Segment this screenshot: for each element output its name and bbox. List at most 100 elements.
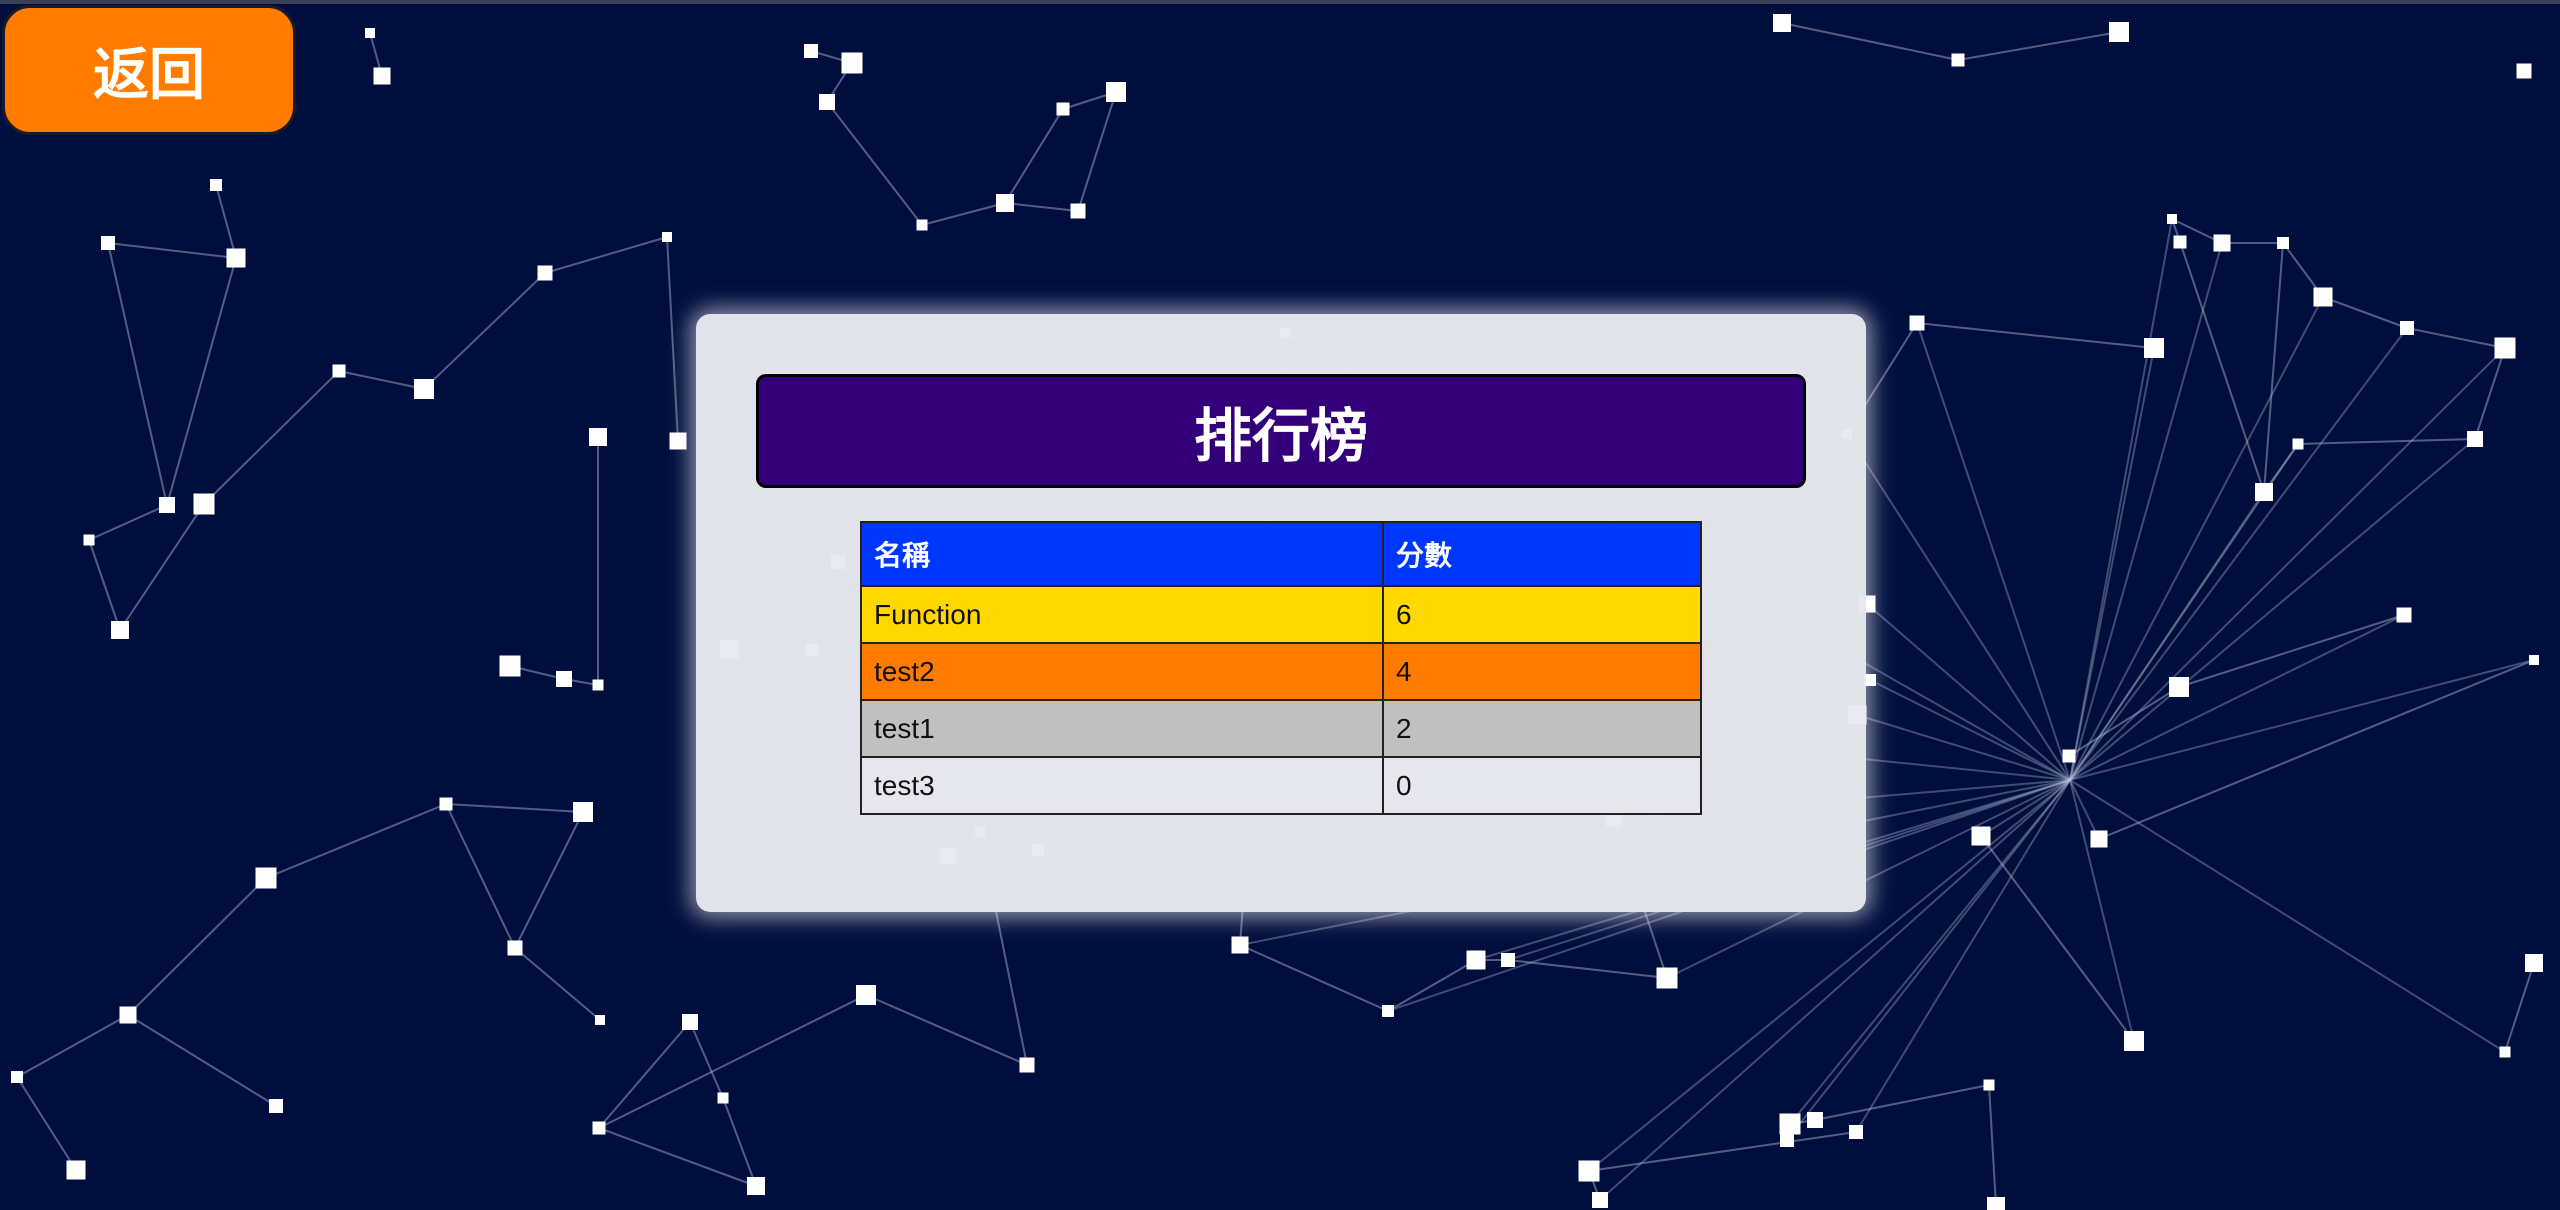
network-node bbox=[1382, 1005, 1394, 1017]
network-node bbox=[996, 194, 1014, 212]
network-edge bbox=[598, 994, 867, 1129]
network-edge bbox=[1916, 322, 2155, 349]
network-node bbox=[1987, 1197, 2005, 1210]
network-edge bbox=[1916, 322, 2071, 781]
network-node bbox=[819, 94, 835, 110]
network-edge bbox=[119, 503, 205, 631]
table-header-row: 名稱 分數 bbox=[860, 521, 1702, 587]
network-edge bbox=[127, 1014, 277, 1107]
network-node bbox=[1070, 203, 1086, 219]
network-node bbox=[2525, 954, 2543, 972]
network-node bbox=[1231, 936, 1249, 954]
network-edge bbox=[107, 242, 237, 259]
network-node bbox=[669, 432, 687, 450]
player-name-cell: test3 bbox=[860, 756, 1384, 815]
network-node bbox=[1807, 1112, 1823, 1128]
network-node bbox=[1466, 950, 1486, 970]
network-node bbox=[573, 802, 593, 822]
network-edge bbox=[2069, 347, 2155, 781]
network-node bbox=[414, 379, 434, 399]
table-row: test3 0 bbox=[860, 756, 1702, 815]
network-edge bbox=[2069, 218, 2173, 781]
table-row: Function 6 bbox=[860, 585, 1702, 644]
player-score-cell: 0 bbox=[1382, 756, 1702, 815]
network-node bbox=[2400, 321, 2414, 335]
network-edge bbox=[544, 236, 668, 274]
network-node bbox=[2313, 287, 2333, 307]
leaderboard-title: 排行榜 bbox=[756, 374, 1806, 488]
network-edge bbox=[598, 1127, 757, 1187]
network-node bbox=[595, 1015, 605, 1025]
network-node bbox=[499, 655, 521, 677]
network-edge bbox=[1004, 202, 1079, 212]
network-edge bbox=[514, 947, 601, 1021]
network-node bbox=[332, 364, 346, 378]
network-node bbox=[1501, 953, 1515, 967]
network-edge bbox=[1988, 1084, 1997, 1207]
network-node bbox=[269, 1099, 283, 1113]
network-node bbox=[226, 248, 246, 268]
network-node bbox=[2090, 830, 2108, 848]
network-edge bbox=[1077, 91, 1117, 212]
network-node bbox=[365, 28, 375, 38]
network-node bbox=[2171, 681, 2185, 695]
network-edge bbox=[1856, 714, 2071, 781]
network-node bbox=[439, 797, 453, 811]
network-edge bbox=[203, 370, 340, 505]
network-node bbox=[255, 867, 277, 889]
network-node bbox=[2292, 438, 2304, 450]
network-node bbox=[1656, 967, 1678, 989]
network-edge bbox=[598, 1021, 691, 1129]
player-score-cell: 2 bbox=[1382, 699, 1702, 758]
network-edge bbox=[2504, 962, 2535, 1053]
network-edge bbox=[2179, 241, 2265, 493]
network-edge bbox=[689, 1021, 724, 1099]
network-node bbox=[1909, 315, 1925, 331]
network-edge bbox=[2178, 614, 2405, 688]
network-node bbox=[2494, 337, 2516, 359]
network-node bbox=[2167, 214, 2177, 224]
network-edge bbox=[2263, 242, 2284, 493]
network-node bbox=[2396, 607, 2412, 623]
network-edge bbox=[1781, 22, 1959, 61]
network-node bbox=[1773, 14, 1791, 32]
back-button[interactable]: 返回 bbox=[2, 5, 296, 135]
network-node bbox=[592, 1121, 606, 1135]
network-edge bbox=[127, 877, 267, 1016]
network-edge bbox=[1004, 108, 1064, 204]
network-edge bbox=[2069, 296, 2324, 781]
network-node bbox=[2467, 431, 2483, 447]
network-edge bbox=[88, 539, 121, 631]
network-edge bbox=[445, 803, 516, 949]
network-edge bbox=[2069, 327, 2408, 781]
network-edge bbox=[722, 1097, 757, 1187]
network-node bbox=[2529, 655, 2539, 665]
network-edge bbox=[1957, 31, 2120, 61]
network-node bbox=[210, 179, 222, 191]
network-node bbox=[2062, 749, 2076, 763]
network-node bbox=[2124, 1031, 2144, 1051]
network-node bbox=[1019, 1057, 1035, 1073]
network-edge bbox=[826, 101, 923, 226]
network-edge bbox=[2406, 327, 2506, 349]
network-node bbox=[682, 1014, 698, 1030]
network-node bbox=[373, 67, 391, 85]
network-node bbox=[841, 52, 863, 74]
network-edge bbox=[88, 504, 168, 541]
network-node bbox=[2516, 63, 2532, 79]
network-edge bbox=[1846, 433, 2071, 781]
leaderboard-panel: 排行榜 名稱 分數 Function 6 test2 4 test1 2 test3 0 bbox=[696, 314, 1866, 912]
network-edge bbox=[1239, 944, 1389, 1012]
network-node bbox=[119, 1006, 137, 1024]
network-edge bbox=[2069, 242, 2223, 781]
network-edge bbox=[423, 272, 546, 390]
network-node bbox=[193, 493, 215, 515]
network-node bbox=[2277, 237, 2289, 249]
player-name-cell: Function bbox=[860, 585, 1384, 644]
network-node bbox=[856, 985, 876, 1005]
column-header-score: 分數 bbox=[1382, 521, 1702, 587]
network-node bbox=[101, 236, 115, 250]
network-node bbox=[1592, 1192, 1608, 1208]
player-score-cell: 4 bbox=[1382, 642, 1702, 701]
network-edge bbox=[166, 257, 237, 506]
